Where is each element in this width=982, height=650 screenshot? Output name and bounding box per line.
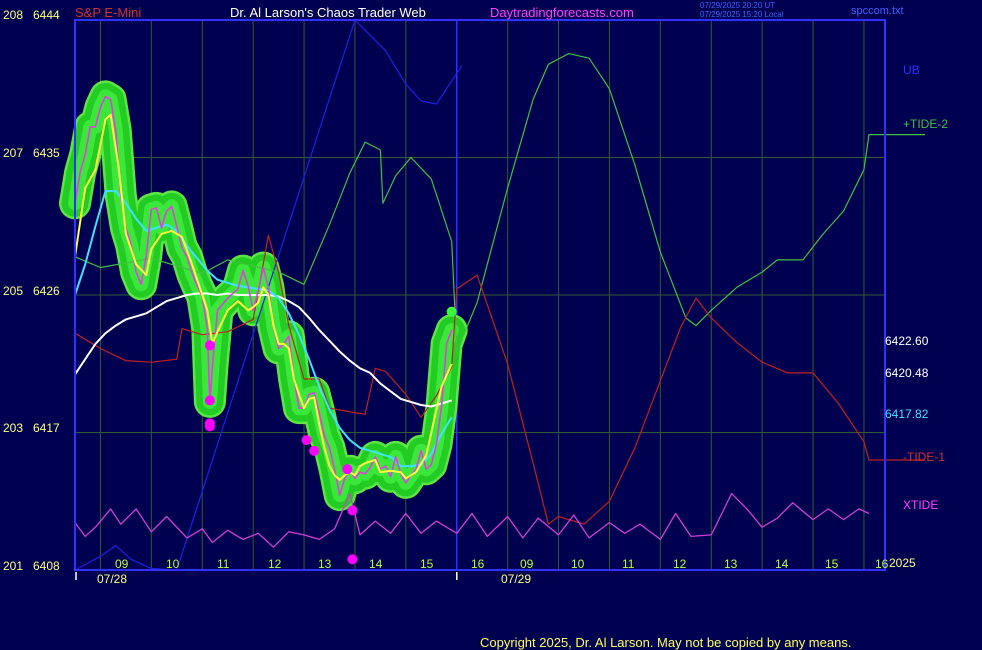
y-tick-label: 6435 xyxy=(33,146,60,160)
signal-marker xyxy=(301,435,312,446)
value-label-top: 6422.60 xyxy=(885,334,929,348)
x-hour-label: 16 xyxy=(875,557,889,571)
x-date-label: 07/28 xyxy=(97,572,128,586)
value-label-mid: 6420.48 xyxy=(885,366,929,380)
legend-xtide: XTIDE xyxy=(903,498,939,512)
y-tick-label: 207 xyxy=(3,146,24,160)
series-line-xtide xyxy=(74,492,870,548)
x-hour-label: 16 xyxy=(471,557,485,571)
x-hour-label: 09 xyxy=(115,557,129,571)
y-tick-label: 6417 xyxy=(33,421,60,435)
legend-ub: UB xyxy=(903,63,920,77)
signal-marker xyxy=(204,395,215,406)
x-hour-label: 09 xyxy=(520,557,534,571)
y-tick-label: 6444 xyxy=(33,8,60,22)
x-hour-label: 14 xyxy=(369,557,383,571)
signal-marker xyxy=(204,340,215,351)
x-hour-label: 15 xyxy=(825,557,839,571)
x-hour-label: 15 xyxy=(420,557,434,571)
y-tick-label: 205 xyxy=(3,284,24,298)
x-year-label: 2025 xyxy=(889,556,916,570)
x-hour-label: 13 xyxy=(318,557,332,571)
timestamp-utc: 07/29/2025 20:20 UT xyxy=(700,1,776,10)
x-hour-label: 12 xyxy=(673,557,687,571)
chart-title: Dr. Al Larson's Chaos Trader Web xyxy=(230,5,426,20)
signal-marker xyxy=(347,554,358,565)
x-axis-ticks xyxy=(75,572,458,580)
signal-marker xyxy=(204,421,215,432)
x-hour-label: 13 xyxy=(724,557,738,571)
x-hour-label: 11 xyxy=(622,557,635,571)
site-link[interactable]: Daytradingforecasts.com xyxy=(490,6,634,19)
x-date-label: 07/29 xyxy=(501,572,532,586)
chart-canvas xyxy=(59,19,925,580)
y-tick-label: 6426 xyxy=(33,284,60,298)
signal-marker xyxy=(342,464,353,475)
chart-symbol: S&P E-Mini xyxy=(75,5,142,20)
signal-marker xyxy=(309,445,320,456)
timestamp-local: 07/29/2025 15:20 Local xyxy=(700,10,784,19)
data-file-name: spccom.txt xyxy=(851,5,904,17)
y-tick-label: 201 xyxy=(3,559,24,573)
x-hour-label: 14 xyxy=(775,557,789,571)
legend-tide-plus: +TIDE-2 xyxy=(903,117,949,131)
x-hour-label: 11 xyxy=(217,557,230,571)
copyright-notice: Copyright 2025, Dr. Al Larson. May not b… xyxy=(480,635,852,650)
x-hour-label: 10 xyxy=(571,557,585,571)
y-tick-label: 6408 xyxy=(33,559,60,573)
x-hour-label: 10 xyxy=(166,557,180,571)
signal-marker xyxy=(347,505,358,516)
x-hour-label: 12 xyxy=(268,557,282,571)
y-tick-label: 208 xyxy=(3,8,24,22)
legend-tide-minus: -TIDE-1 xyxy=(903,450,945,464)
value-label-cyan: 6417.82 xyxy=(885,407,929,421)
y-tick-label: 203 xyxy=(3,421,24,435)
last-price-marker xyxy=(446,306,457,317)
